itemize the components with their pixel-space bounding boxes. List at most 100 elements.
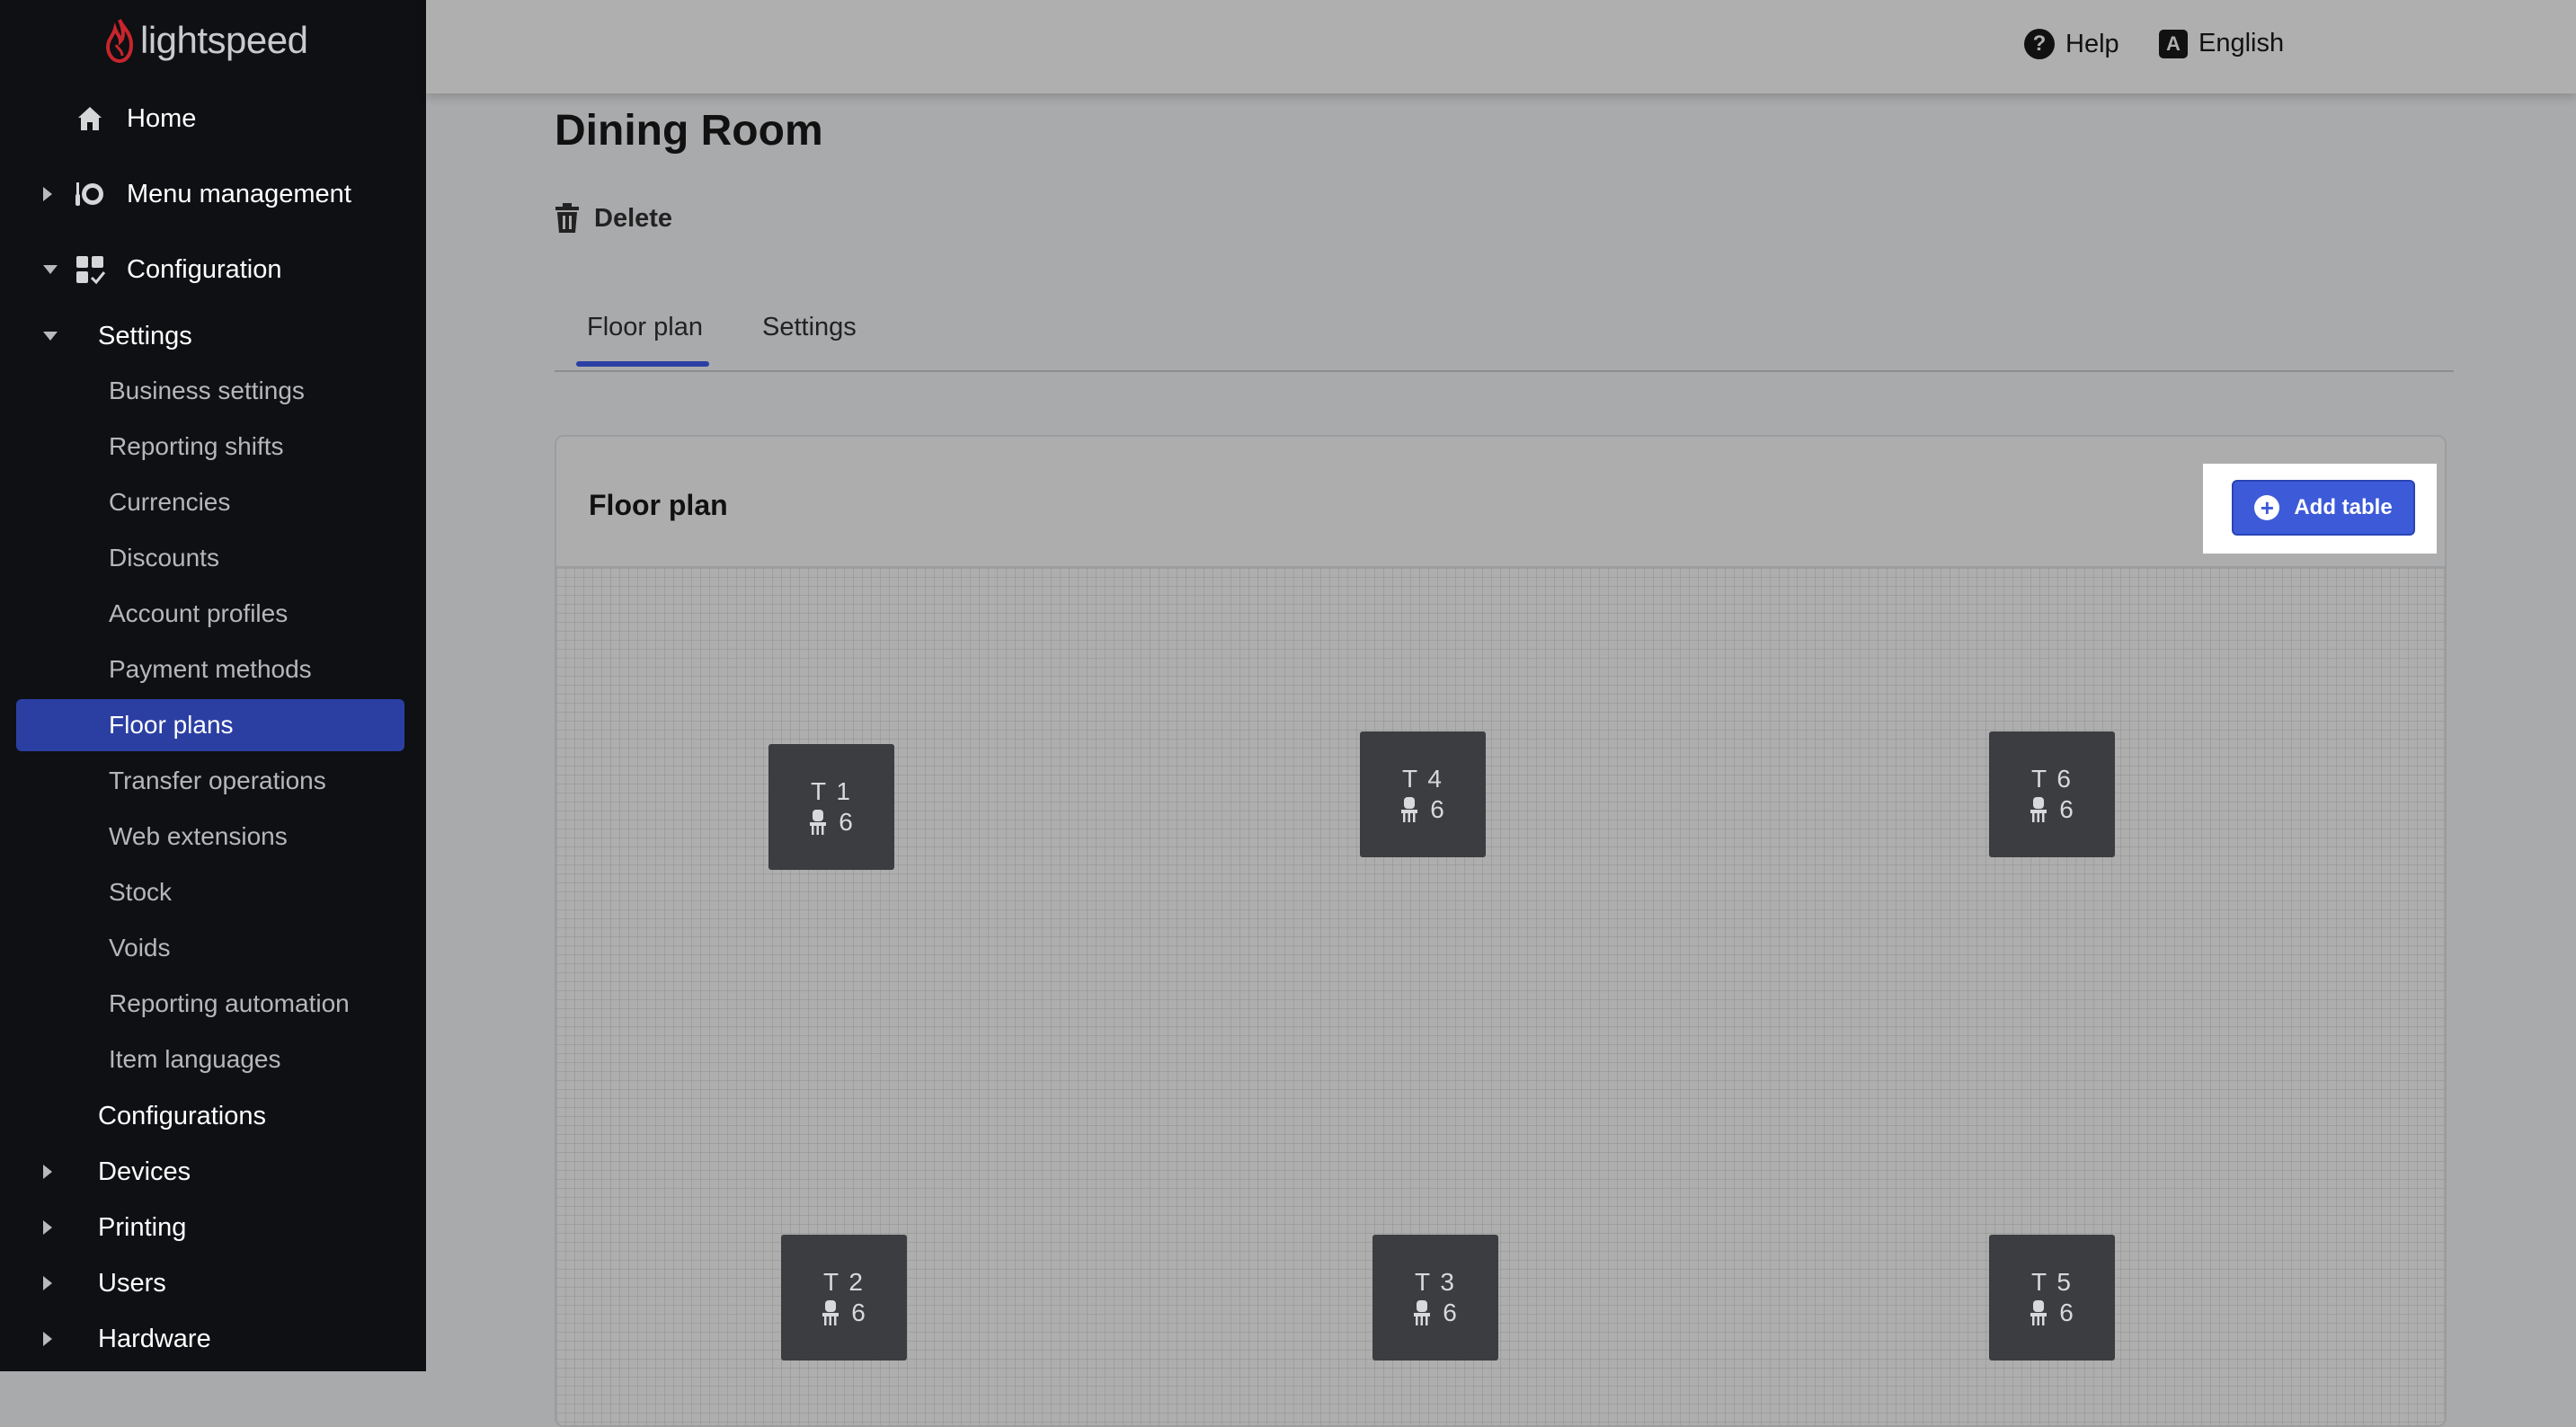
- tab-bar: Floor plan Settings: [555, 306, 2454, 372]
- help-link[interactable]: ? Help: [2024, 29, 2119, 59]
- chevron-down-icon[interactable]: [43, 332, 58, 341]
- chevron-right-icon[interactable]: [43, 1165, 52, 1179]
- sidebar-item-label: Business settings: [109, 377, 305, 404]
- sidebar-item-label: Menu management: [127, 179, 351, 208]
- chevron-right-icon[interactable]: [43, 1220, 52, 1235]
- plus-circle-icon: +: [2254, 495, 2280, 520]
- table-name: T 2: [823, 1268, 865, 1296]
- sidebar-item-reporting-shifts[interactable]: Reporting shifts: [16, 421, 404, 473]
- language-icon: A: [2159, 29, 2188, 58]
- sidebar-item-transfer-operations[interactable]: Transfer operations: [16, 755, 404, 807]
- sidebar-item-item-languages[interactable]: Item languages: [16, 1033, 404, 1086]
- table-name: T 6: [2031, 765, 2073, 793]
- sidebar-item-stock[interactable]: Stock: [16, 866, 404, 918]
- sidebar-item-label: Reporting shifts: [109, 432, 284, 460]
- table-seats: 6: [1401, 795, 1444, 824]
- help-label: Help: [2065, 29, 2119, 58]
- lightspeed-logo[interactable]: lightspeed: [104, 18, 308, 63]
- sidebar-item-label: Floor plans: [109, 711, 234, 739]
- sidebar-item-label: Payment methods: [109, 655, 312, 683]
- sidebar-item-label: Configurations: [98, 1101, 266, 1130]
- sidebar-item-label: Item languages: [109, 1045, 281, 1073]
- sidebar-item-label: Transfer operations: [109, 767, 326, 794]
- active-tab-indicator: [576, 361, 709, 367]
- sidebar-item-web-extensions[interactable]: Web extensions: [16, 811, 404, 863]
- card-header: Floor plan + Add table: [556, 437, 2445, 568]
- seat-count: 6: [839, 808, 853, 836]
- card-title: Floor plan: [589, 489, 728, 521]
- sidebar: lightspeed Home Menu management Configur…: [0, 0, 426, 1371]
- sidebar-item-label: Hardware: [98, 1324, 211, 1353]
- chevron-right-icon[interactable]: [43, 1276, 52, 1290]
- chevron-right-icon[interactable]: [43, 1332, 52, 1346]
- table-seats: 6: [1414, 1298, 1457, 1327]
- sidebar-item-label: Home: [127, 103, 197, 133]
- sidebar-item-label: Printing: [98, 1212, 187, 1242]
- seat-count: 6: [1430, 795, 1444, 823]
- chair-icon: [1414, 1300, 1431, 1325]
- sidebar-item-payment-methods[interactable]: Payment methods: [16, 643, 404, 696]
- sidebar-item-reporting-automation[interactable]: Reporting automation: [16, 978, 404, 1030]
- sidebar-item-business-settings[interactable]: Business settings: [16, 365, 404, 417]
- chair-icon: [2030, 797, 2047, 822]
- floor-table[interactable]: T 6 6: [1989, 731, 2115, 857]
- sidebar-item-currencies[interactable]: Currencies: [16, 476, 404, 528]
- sidebar-item-label: Stock: [109, 878, 173, 906]
- sidebar-item-label: Voids: [109, 934, 171, 962]
- page-title: Dining Room: [555, 107, 823, 155]
- home-icon: [74, 102, 106, 135]
- delete-button[interactable]: Delete: [555, 203, 672, 234]
- sidebar-item-account-profiles[interactable]: Account profiles: [16, 588, 404, 640]
- table-name: T 1: [811, 777, 852, 805]
- language-label: English: [2198, 29, 2285, 58]
- sidebar-item-label: Devices: [98, 1157, 191, 1186]
- floor-plan-canvas[interactable]: T 1 6 T 4 6 T 6 6 T 2 6 T 3 6 T 5 6: [556, 568, 2445, 1425]
- add-table-label: Add table: [2294, 495, 2393, 519]
- delete-label: Delete: [594, 203, 673, 233]
- sidebar-item-label: Users: [98, 1268, 166, 1298]
- chair-icon: [810, 810, 827, 835]
- configuration-icon: [74, 253, 106, 286]
- sidebar-item-voids[interactable]: Voids: [16, 922, 404, 974]
- table-seats: 6: [2030, 795, 2074, 824]
- sidebar-item-label: Discounts: [109, 544, 219, 572]
- table-seats: 6: [822, 1298, 866, 1327]
- table-name: T 4: [1402, 765, 1443, 793]
- floor-table[interactable]: T 5 6: [1989, 1235, 2115, 1361]
- tab-floor-plan[interactable]: Floor plan: [587, 313, 703, 342]
- tab-settings[interactable]: Settings: [762, 313, 857, 342]
- menu-icon: [74, 178, 106, 210]
- floor-table[interactable]: T 1 6: [768, 744, 894, 870]
- add-table-button[interactable]: + Add table: [2232, 480, 2415, 536]
- chevron-down-icon[interactable]: [43, 265, 58, 274]
- sidebar-item-discounts[interactable]: Discounts: [16, 532, 404, 584]
- flame-icon: [105, 19, 134, 63]
- table-seats: 6: [810, 808, 853, 837]
- chair-icon: [822, 1300, 839, 1325]
- help-icon: ?: [2024, 29, 2055, 59]
- sidebar-item-label: Settings: [98, 321, 192, 350]
- top-bar: ? Help A English: [426, 0, 2576, 93]
- seat-count: 6: [1443, 1298, 1457, 1326]
- chair-icon: [1401, 797, 1418, 822]
- sidebar-item-label: Account profiles: [109, 599, 289, 627]
- floor-plan-card: Floor plan + Add table T 1 6 T 4 6 T 6 6…: [555, 435, 2447, 1427]
- table-name: T 3: [1415, 1268, 1456, 1296]
- table-seats: 6: [2030, 1298, 2074, 1327]
- seat-count: 6: [851, 1298, 866, 1326]
- language-selector[interactable]: A English: [2159, 29, 2284, 58]
- seat-count: 6: [2059, 1298, 2074, 1326]
- floor-table[interactable]: T 2 6: [781, 1235, 907, 1361]
- chair-icon: [2030, 1300, 2047, 1325]
- sidebar-item-floor-plans[interactable]: Floor plans: [16, 699, 404, 751]
- sidebar-item-label: Reporting automation: [109, 989, 350, 1017]
- floor-table[interactable]: T 4 6: [1360, 731, 1486, 857]
- brand-name: lightspeed: [140, 19, 308, 61]
- floor-table[interactable]: T 3 6: [1372, 1235, 1498, 1361]
- sidebar-item-label: Web extensions: [109, 822, 288, 850]
- trash-icon: [555, 203, 579, 233]
- seat-count: 6: [2059, 795, 2074, 823]
- sidebar-item-label: Configuration: [127, 254, 282, 284]
- sidebar-item-label: Currencies: [109, 488, 231, 516]
- chevron-right-icon[interactable]: [43, 187, 52, 201]
